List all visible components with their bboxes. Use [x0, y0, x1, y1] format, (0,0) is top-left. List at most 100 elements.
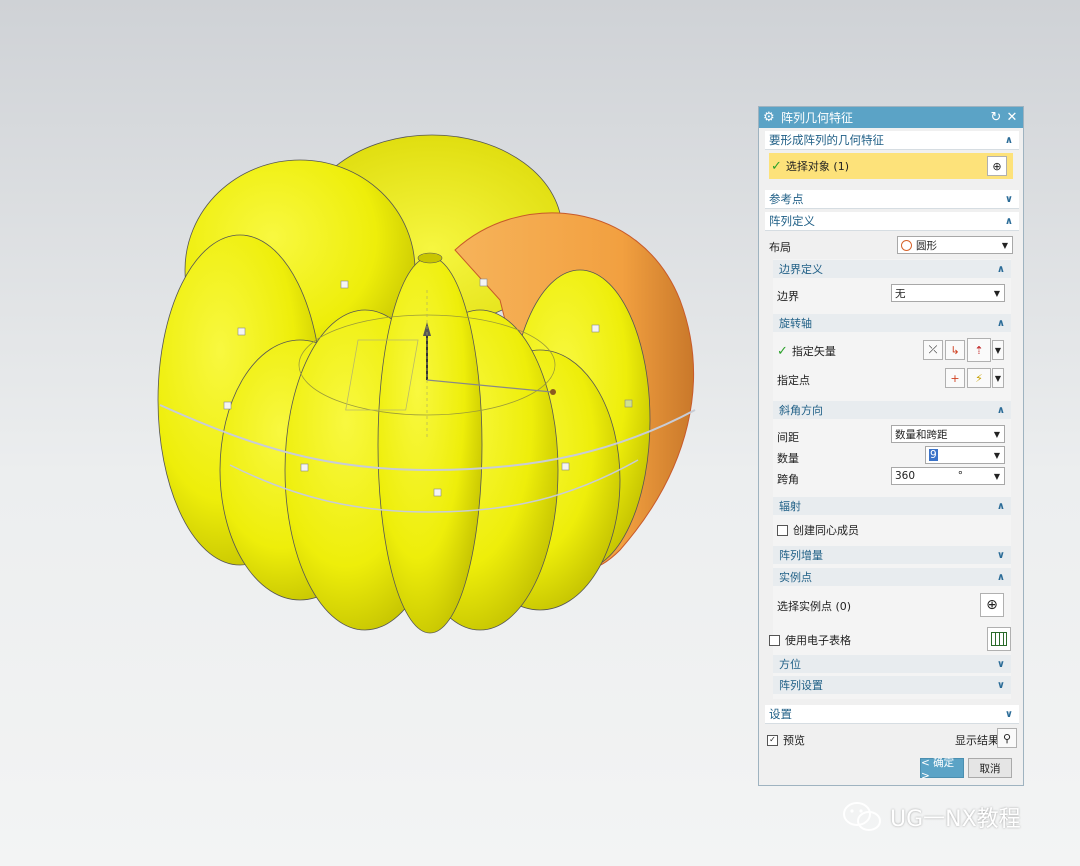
vector-dialog-button[interactable]: ↳ [945, 340, 965, 360]
pattern-geometry-dialog: ⚙ 阵列几何特征 ↻ ✕ 要形成阵列的几何特征 ∧ ✓ 选择对象 (1) ⊕ 参… [758, 106, 1024, 786]
chevron-down-icon: ∨ [996, 549, 1005, 561]
section-radiate[interactable]: 辐射 ∧ [773, 497, 1011, 515]
use-spreadsheet-label: 使用电子表格 [785, 634, 851, 647]
reverse-vector-button[interactable]: ⤫ [923, 340, 943, 360]
section-instance-points[interactable]: 实例点 ∧ [773, 568, 1011, 586]
section-boundary-definition[interactable]: 边界定义 ∧ [773, 260, 1011, 278]
dialog-titlebar: ⚙ 阵列几何特征 ↻ ✕ [759, 107, 1023, 128]
use-spreadsheet-checkbox[interactable] [769, 634, 780, 646]
crosshair-icon: ⊕ [986, 597, 998, 613]
dropdown-arrow-icon: ▼ [993, 429, 1001, 439]
chevron-up-icon: ∧ [996, 500, 1005, 512]
checkmark-icon: ✓ [777, 343, 788, 359]
spreadsheet-icon [991, 632, 1007, 646]
vector-type-button[interactable]: ⇡ [967, 338, 991, 362]
spacing-label: 间距 [777, 431, 799, 444]
chevron-up-icon: ∧ [1004, 134, 1013, 146]
watermark-text: UG一NX教程 [890, 807, 1021, 832]
section-geometry-label: 要形成阵列的几何特征 [769, 133, 884, 147]
inferred-point-icon: ⚡ [975, 371, 983, 385]
wechat-icon [843, 802, 881, 831]
section-settings[interactable]: 设置 ∨ [765, 705, 1019, 724]
layout-label: 布局 [769, 241, 791, 254]
section-radiate-label: 辐射 [779, 500, 801, 513]
chevron-down-icon: ∨ [996, 658, 1005, 670]
reset-icon[interactable]: ↻ [989, 110, 1003, 125]
section-orientation[interactable]: 方位 ∨ [773, 655, 1011, 673]
boundary-label: 边界 [777, 290, 799, 303]
span-angle-label: 跨角 [777, 473, 799, 486]
section-angular-direction-label: 斜角方向 [779, 404, 823, 417]
section-geometry[interactable]: 要形成阵列的几何特征 ∧ [765, 131, 1019, 150]
circular-layout-icon [901, 239, 912, 251]
section-orientation-label: 方位 [779, 658, 801, 671]
watermark: UG一NX教程 [842, 800, 1021, 834]
spacing-select[interactable]: 数量和跨距 ▼ [891, 425, 1005, 443]
checkmark-icon: ✓ [771, 158, 782, 174]
preview-row[interactable]: ✓ 预览 [767, 732, 805, 748]
use-spreadsheet-row[interactable]: 使用电子表格 [769, 632, 851, 648]
span-angle-input[interactable]: 360 ° ▼ [891, 467, 1005, 485]
section-rotation-axis-label: 旋转轴 [779, 317, 812, 330]
count-input[interactable]: 9 ▼ [925, 446, 1005, 464]
chevron-up-icon: ∧ [996, 263, 1005, 275]
select-instance-points-label: 选择实例点 (0) [777, 600, 852, 613]
count-value-selected: 9 [929, 449, 938, 461]
section-pattern-settings[interactable]: 阵列设置 ∨ [773, 676, 1011, 694]
chevron-up-icon: ∧ [1004, 215, 1013, 227]
point-type-dropdown[interactable]: ▼ [992, 368, 1004, 388]
section-settings-label: 设置 [769, 707, 792, 721]
section-reference-point[interactable]: 参考点 ∨ [765, 190, 1019, 209]
specify-point-label: 指定点 [777, 374, 810, 387]
magnifier-icon: ⚲ [1002, 731, 1012, 745]
ok-button[interactable]: < 确定 > [920, 757, 964, 782]
chevron-down-icon: ∨ [996, 679, 1005, 691]
dropdown-arrow-icon: ▼ [994, 373, 1002, 383]
show-result-button[interactable]: ⚲ [997, 728, 1017, 748]
spreadsheet-button[interactable] [987, 627, 1011, 651]
span-angle-value: 360 [895, 470, 916, 482]
create-concentric-checkbox[interactable] [777, 524, 788, 536]
point-dialog-icon: + [950, 371, 960, 385]
select-object-label: 选择对象 (1) [785, 160, 849, 173]
preview-label: 预览 [783, 734, 805, 747]
gear-icon: ⚙ [763, 110, 775, 125]
section-rotation-axis[interactable]: 旋转轴 ∧ [773, 314, 1011, 332]
chevron-down-icon: ∨ [1004, 708, 1013, 720]
dropdown-arrow-icon: ▼ [993, 288, 1001, 298]
count-label: 数量 [777, 452, 799, 465]
vector-type-dropdown[interactable]: ▼ [992, 340, 1004, 360]
section-pattern-increment[interactable]: 阵列增量 ∨ [773, 546, 1011, 564]
boundary-value: 无 [895, 287, 906, 300]
chevron-up-icon: ∧ [996, 404, 1005, 416]
show-result-label: 显示结果 [955, 734, 999, 747]
specify-vector-row[interactable]: ✓ 指定矢量 [777, 343, 836, 359]
close-icon[interactable]: ✕ [1005, 110, 1019, 125]
section-angular-direction[interactable]: 斜角方向 ∧ [773, 401, 1011, 419]
chevron-up-icon: ∧ [996, 571, 1005, 583]
create-concentric-label: 创建同心成员 [793, 524, 859, 537]
dropdown-arrow-icon: ▼ [993, 471, 1001, 481]
select-object-row[interactable]: ✓ 选择对象 (1) [769, 153, 1013, 179]
layout-value: 圆形 [916, 239, 937, 252]
layout-select[interactable]: 圆形 ▼ [897, 236, 1013, 254]
select-object-crosshair-button[interactable]: ⊕ [987, 156, 1007, 176]
inferred-vector-icon: ⇡ [974, 343, 984, 357]
boundary-select[interactable]: 无 ▼ [891, 284, 1005, 302]
section-pattern-definition-label: 阵列定义 [769, 214, 815, 228]
create-concentric-row[interactable]: 创建同心成员 [777, 522, 859, 538]
crosshair-icon: ⊕ [992, 159, 1002, 173]
reverse-direction-icon: ⤫ [928, 343, 938, 356]
section-pattern-increment-label: 阵列增量 [779, 549, 823, 562]
point-dialog-button[interactable]: + [945, 368, 965, 388]
specify-vector-label: 指定矢量 [791, 345, 836, 358]
chevron-up-icon: ∧ [996, 317, 1005, 329]
dropdown-arrow-icon: ▼ [994, 345, 1002, 355]
dialog-title: 阵列几何特征 [781, 111, 854, 125]
point-type-button[interactable]: ⚡ [967, 368, 991, 388]
section-pattern-definition[interactable]: 阵列定义 ∧ [765, 212, 1019, 231]
select-instance-points-button[interactable]: ⊕ [980, 593, 1004, 617]
preview-checkbox[interactable]: ✓ [767, 734, 778, 746]
cancel-button[interactable]: 取消 [968, 758, 1012, 778]
section-reference-point-label: 参考点 [769, 192, 804, 206]
